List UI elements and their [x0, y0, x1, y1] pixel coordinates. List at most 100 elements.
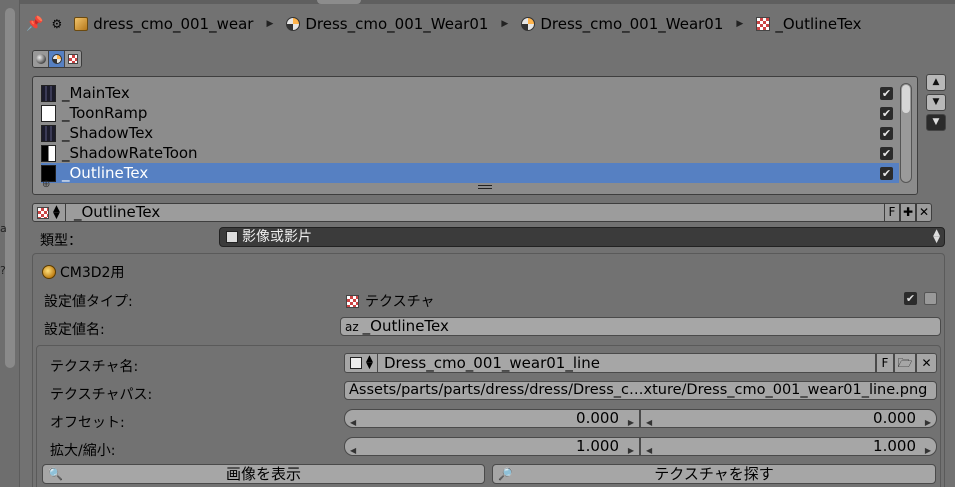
- image-icon: [350, 357, 362, 369]
- scale-label: 拡大/縮小:: [50, 443, 116, 459]
- decrement-arrow-icon[interactable]: ◀: [646, 414, 652, 431]
- setting-type-value: テクスチャ: [346, 291, 434, 311]
- updown-arrows-icon: ▲ ▼: [366, 354, 373, 371]
- increment-arrow-icon[interactable]: ▶: [925, 442, 931, 459]
- list-item[interactable]: _ShadowRateToon ✔: [41, 143, 899, 163]
- left-edge-glyph: ?: [0, 264, 6, 277]
- list-scrollbar[interactable]: [900, 83, 912, 183]
- decrement-arrow-icon[interactable]: ◀: [646, 442, 652, 459]
- material-sphere-icon: [521, 17, 536, 31]
- browse-texture-button[interactable]: ▲ ▼: [32, 203, 66, 222]
- increment-arrow-icon[interactable]: ▶: [925, 414, 931, 431]
- left-scrollbar[interactable]: [5, 8, 15, 368]
- breadcrumb-arrow-icon: ▶: [266, 19, 274, 29]
- breadcrumb: 📌 ⚙ dress_cmo_001_wear ▶ Dress_cmo_001_W…: [26, 10, 862, 38]
- texture-datablock-selector: ▲ ▼ _OutlineTex F ✚ ✕: [32, 203, 945, 222]
- slot-enable-checkbox[interactable]: ✔: [880, 106, 893, 120]
- header-strip: [20, 0, 955, 4]
- image-name-field[interactable]: Dress_cmo_001_wear01_line: [378, 353, 876, 373]
- texture-checker-icon: [68, 54, 78, 64]
- list-item[interactable]: _ToonRamp ✔: [41, 103, 899, 123]
- move-down-button[interactable]: ▼: [926, 94, 946, 111]
- texture-type-dropdown[interactable]: 影像或影片 ▲ ▼: [219, 227, 945, 247]
- texture-thumbnail: [41, 124, 56, 142]
- setting-type-label: 設定値タイプ:: [44, 294, 133, 310]
- world-sphere-icon: [36, 54, 46, 64]
- list-filter-toggle-icon[interactable]: ⊕: [42, 179, 50, 190]
- list-item-selected[interactable]: _OutlineTex ✔: [41, 163, 899, 183]
- offset-label: オフセット:: [50, 415, 125, 431]
- browse-image-button[interactable]: ▲ ▼: [344, 353, 378, 373]
- slot-move-buttons: ▲ ▼ ▼: [926, 74, 946, 134]
- breadcrumb-item-texture: _OutlineTex: [756, 15, 862, 33]
- texture-thumbnail: [41, 104, 56, 122]
- texture-name-label: テクスチャ名:: [50, 359, 139, 375]
- texture-checker-icon: [756, 17, 771, 31]
- updown-arrows-icon: ▲ ▼: [933, 228, 940, 245]
- object-cube-icon: [74, 17, 89, 31]
- texture-image-selector: ▲ ▼ Dress_cmo_001_wear01_line F 🗁 ✕: [344, 353, 937, 373]
- tab-material[interactable]: [49, 51, 65, 67]
- setting-toggle-checkbox[interactable]: ✔: [904, 292, 917, 305]
- texture-path-field[interactable]: Assets/parts/parts/dress/dress/Dress_c…x…: [344, 381, 937, 400]
- cm3d2-logo-icon: [42, 265, 56, 279]
- scale-x-field[interactable]: ◀ 1.000 ▶: [344, 437, 640, 456]
- texture-checker-icon: [37, 207, 49, 219]
- find-texture-button[interactable]: 🔎 テクスチャを探す: [492, 464, 936, 484]
- scale-y-field[interactable]: ◀ 1.000 ▶: [640, 437, 937, 456]
- breadcrumb-arrow-icon: ▶: [501, 19, 509, 29]
- type-label: 類型：: [40, 233, 82, 249]
- slot-specials-button[interactable]: ▼: [926, 114, 946, 131]
- image-fake-user-button[interactable]: F: [876, 353, 894, 373]
- slot-enable-checkbox[interactable]: ✔: [880, 166, 893, 180]
- pin-icon[interactable]: 📌: [26, 16, 43, 32]
- texture-name-field[interactable]: _OutlineTex: [66, 203, 916, 222]
- text-field-icon: az: [345, 320, 359, 334]
- unlink-texture-button[interactable]: ✕: [916, 203, 932, 222]
- material-sphere-icon: [52, 54, 62, 64]
- left-edge-glyph: a: [0, 222, 7, 235]
- texture-thumbnail: [41, 144, 56, 162]
- move-up-button[interactable]: ▲: [926, 74, 946, 91]
- new-texture-button[interactable]: ✚: [900, 203, 916, 222]
- tab-world[interactable]: [33, 51, 49, 67]
- list-item[interactable]: _MainTex ✔: [41, 83, 899, 103]
- node-tree-icon: ⚙: [51, 17, 63, 31]
- setting-toggle-checkbox[interactable]: [924, 292, 937, 305]
- breadcrumb-arrow-icon: ▶: [736, 19, 744, 29]
- slot-enable-checkbox[interactable]: ✔: [880, 86, 893, 100]
- left-region-edge: a ?: [0, 0, 20, 487]
- increment-arrow-icon[interactable]: ▶: [628, 442, 634, 459]
- texture-path-label: テクスチャパス:: [50, 387, 153, 403]
- offset-x-field[interactable]: ◀ 0.000 ▶: [344, 409, 640, 428]
- material-sphere-icon: [286, 17, 301, 31]
- setting-name-label: 設定値名:: [44, 322, 105, 338]
- list-item[interactable]: _ShadowTex ✔: [41, 123, 899, 143]
- texture-checker-icon: [346, 294, 359, 308]
- fake-user-button[interactable]: F: [884, 203, 900, 222]
- decrement-arrow-icon[interactable]: ◀: [350, 442, 356, 459]
- list-resize-handle[interactable]: [478, 185, 492, 189]
- breadcrumb-item-material: Dress_cmo_001_Wear01: [521, 15, 723, 33]
- tab-other[interactable]: [65, 51, 81, 67]
- texture-slot-list[interactable]: _MainTex ✔ _ToonRamp ✔ _ShadowTex ✔ _Sha…: [32, 76, 918, 195]
- texture-thumbnail: [41, 84, 56, 102]
- slot-enable-checkbox[interactable]: ✔: [880, 126, 893, 140]
- open-image-folder-icon[interactable]: 🗁: [894, 353, 916, 373]
- cm3d2-panel-header[interactable]: CM3D2用: [42, 262, 124, 282]
- slot-enable-checkbox[interactable]: ✔: [880, 146, 893, 160]
- offset-y-field[interactable]: ◀ 0.000 ▶: [640, 409, 937, 428]
- setting-name-field[interactable]: az _OutlineTex: [340, 317, 941, 336]
- scrollbar-grip[interactable]: [902, 85, 910, 113]
- find-file-icon: 🔎: [498, 467, 513, 481]
- unlink-image-button[interactable]: ✕: [916, 353, 937, 373]
- decrement-arrow-icon[interactable]: ◀: [350, 414, 356, 431]
- breadcrumb-item-object: dress_cmo_001_wear: [74, 15, 253, 33]
- show-image-button[interactable]: 🔍 画像を表示: [42, 464, 485, 484]
- zoom-image-icon: 🔍: [48, 467, 63, 481]
- increment-arrow-icon[interactable]: ▶: [628, 414, 634, 431]
- texture-context-tabs: [32, 50, 82, 68]
- image-icon: [226, 231, 238, 243]
- breadcrumb-item-material: Dress_cmo_001_Wear01: [286, 15, 488, 33]
- updown-arrows-icon: ▲ ▼: [53, 204, 60, 221]
